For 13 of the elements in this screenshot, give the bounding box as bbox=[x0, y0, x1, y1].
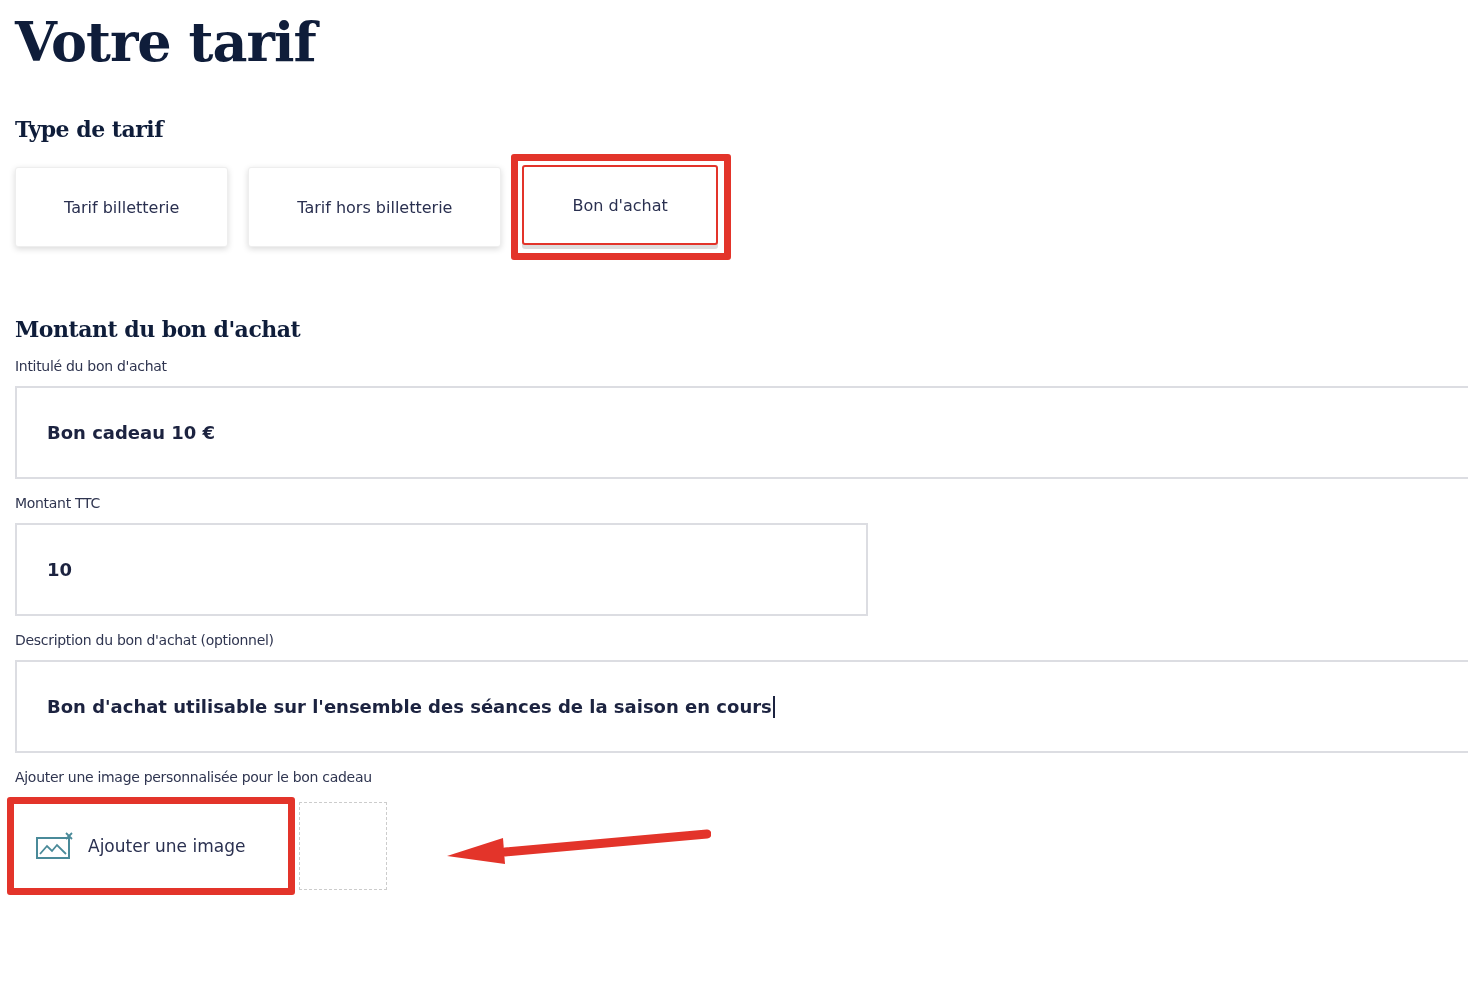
field-label: Ajouter une image personnalisée pour le bon cadeau bbox=[15, 769, 373, 785]
tariff-tab[interactable]: Tarif hors billetterie bbox=[248, 167, 502, 247]
field-label: Montant TTC bbox=[15, 495, 101, 511]
image-icon bbox=[36, 832, 74, 860]
input-field[interactable]: Bon d'achat utilisable sur l'ensemble des séances de la saison en cours bbox=[15, 660, 1468, 753]
section-heading: Montant du bon d'achat bbox=[15, 316, 302, 342]
page-title: Votre tarif bbox=[15, 6, 1468, 78]
tariff-tab[interactable]: Tarif billetterie bbox=[15, 167, 229, 247]
field-label: Intitulé du bon d'achat bbox=[15, 358, 168, 374]
field-label: Description du bon d'achat (optionnel) bbox=[15, 632, 275, 648]
input-field[interactable]: Bon cadeau 10 € bbox=[15, 386, 1468, 479]
section-heading: Type de tarif bbox=[15, 116, 166, 142]
input-field[interactable]: 10 bbox=[15, 523, 868, 616]
